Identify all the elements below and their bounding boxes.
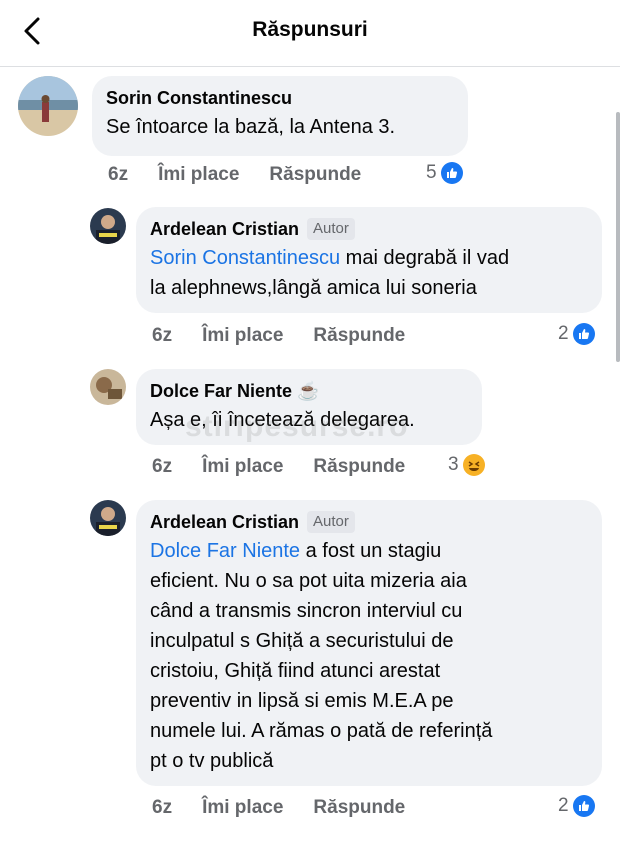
timestamp[interactable]: 6z bbox=[152, 797, 172, 819]
author-badge: Autor bbox=[307, 511, 355, 533]
comment-actions: 6z Îmi place Răspunde bbox=[152, 456, 435, 478]
comment-text: Dolce Far Niente a fost un stagiu eficie… bbox=[150, 540, 493, 772]
reply-button[interactable]: Răspunde bbox=[313, 456, 405, 478]
author-badge: Autor bbox=[307, 218, 355, 240]
header-bar: Răspunsuri bbox=[0, 0, 620, 67]
author-name[interactable]: Dolce Far Niente ☕ bbox=[150, 379, 319, 403]
avatar[interactable] bbox=[90, 208, 126, 244]
reply-button[interactable]: Răspunde bbox=[269, 164, 361, 186]
comment-text: Se întoarce la bază, la Antena 3. bbox=[106, 116, 396, 138]
comment-actions: 6z Îmi place Răspunde bbox=[152, 325, 435, 347]
haha-icon bbox=[462, 454, 485, 476]
avatar[interactable] bbox=[90, 500, 126, 536]
mention-link[interactable]: Dolce Far Niente bbox=[150, 540, 300, 562]
comment-bubble: Ardelean Cristian Autor Sorin Constantin… bbox=[136, 207, 602, 313]
comment-bubble: Ardelean Cristian Autor Dolce Far Niente… bbox=[136, 500, 602, 786]
avatar[interactable] bbox=[18, 76, 78, 136]
page-title: Răspunsuri bbox=[252, 18, 368, 41]
watermark: stiripesurse.ro bbox=[185, 410, 409, 443]
comment-actions: 6z Îmi place Răspunde bbox=[108, 164, 391, 186]
reply-button[interactable]: Răspunde bbox=[313, 325, 405, 347]
avatar[interactable] bbox=[90, 369, 126, 405]
timestamp[interactable]: 6z bbox=[152, 325, 172, 347]
author-name[interactable]: Ardelean Cristian bbox=[150, 510, 299, 534]
reaction-count[interactable]: 2 bbox=[558, 323, 595, 345]
author-name[interactable]: Ardelean Cristian bbox=[150, 217, 299, 241]
reaction-count[interactable]: 5 bbox=[426, 162, 463, 184]
like-button[interactable]: Îmi place bbox=[202, 456, 283, 478]
like-button[interactable]: Îmi place bbox=[202, 797, 283, 819]
like-button[interactable]: Îmi place bbox=[158, 164, 239, 186]
mention-link[interactable]: Sorin Constantinescu bbox=[150, 247, 340, 269]
reply-button[interactable]: Răspunde bbox=[313, 797, 405, 819]
reaction-count[interactable]: 3 bbox=[448, 454, 485, 476]
author-name[interactable]: Sorin Constantinescu bbox=[106, 86, 292, 110]
comment-actions: 6z Îmi place Răspunde bbox=[152, 797, 435, 819]
timestamp[interactable]: 6z bbox=[152, 456, 172, 478]
like-icon bbox=[572, 795, 595, 817]
comment-text: Sorin Constantinescu mai degrabă il vad … bbox=[150, 247, 510, 299]
reaction-count[interactable]: 2 bbox=[558, 795, 595, 817]
timestamp[interactable]: 6z bbox=[108, 164, 128, 186]
like-button[interactable]: Îmi place bbox=[202, 325, 283, 347]
like-icon bbox=[572, 323, 595, 345]
scrollbar[interactable] bbox=[616, 112, 620, 362]
like-icon bbox=[440, 162, 463, 184]
comment-bubble: Sorin Constantinescu Se întoarce la bază… bbox=[92, 76, 468, 156]
